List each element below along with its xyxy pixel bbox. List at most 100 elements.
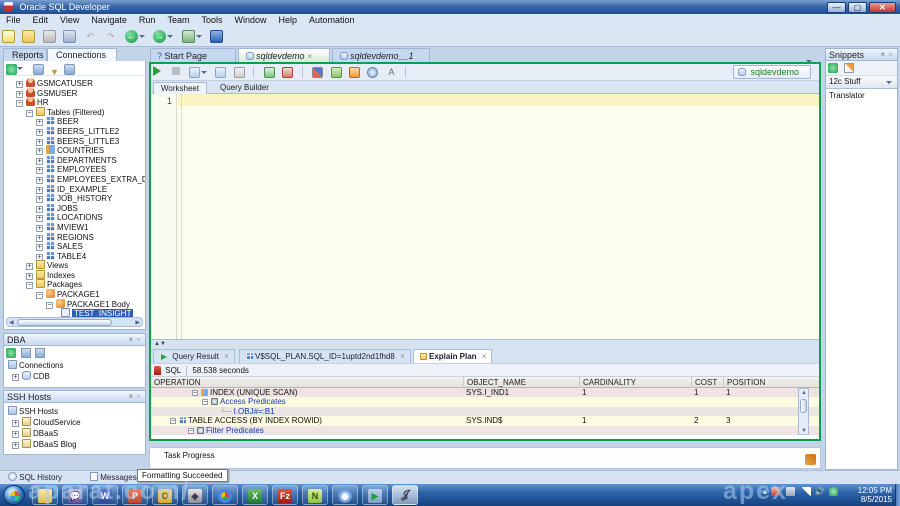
tree-item-gsmuser[interactable]: GSMUSER [4,87,145,98]
taskbar-jdeveloper[interactable]: 𝒥 [392,485,418,505]
history-icon[interactable] [367,67,379,78]
run-script-icon[interactable] [188,67,200,78]
menu-window[interactable]: Window [228,14,272,27]
collapse-icon[interactable] [192,390,198,396]
taskbar-sql-runner[interactable]: ▶ [362,485,388,505]
menu-edit[interactable]: Edit [27,14,55,27]
tree-item-employees[interactable]: EMPLOYEES [4,164,145,175]
sql-editor[interactable]: 1 [151,94,819,339]
col-operation[interactable]: OPERATION [151,377,463,388]
expand-icon[interactable] [36,224,43,232]
grid-row-index-scan[interactable]: INDEX (UNIQUE SCAN) SYS.I_IND1 1 1 1 [151,388,819,398]
tray-clipboard-icon[interactable] [786,487,796,497]
run-script-dropdown-icon[interactable] [200,71,207,77]
menu-navigate[interactable]: Navigate [85,14,133,27]
col-object-name[interactable]: OBJECT_NAME [463,377,579,388]
debug-dropdown-icon[interactable] [195,35,202,41]
menu-help[interactable]: Help [272,14,303,27]
expand-icon[interactable] [12,442,19,449]
show-desktop-button[interactable] [895,484,900,506]
ssh-close-icon[interactable]: × [126,391,135,403]
taskbar-file-explorer[interactable] [32,485,58,505]
collapse-icon[interactable] [36,292,43,300]
clear-icon[interactable] [348,67,360,78]
tray-alert-icon[interactable] [771,487,781,497]
snippets-panel-header[interactable]: Snippets ▫ × [825,48,898,61]
sql-history-button[interactable]: SQL History [4,471,66,484]
maximize-button[interactable]: ▢ [848,2,867,13]
tray-app-icon[interactable] [829,487,838,497]
taskbar-notepad-editor[interactable]: N [302,485,328,505]
tray-expand-icon[interactable]: ▴ [763,487,767,496]
dba-refresh-icon[interactable] [21,348,32,358]
taskbar-clock[interactable]: 12:05 PM 8/5/2015 [858,486,892,504]
scroll-down-icon[interactable]: ▼ [801,427,807,435]
ssh-panel-header[interactable]: SSH Hosts ▫ × [3,390,146,403]
dba-connections-row[interactable]: Connections [4,360,145,371]
tree-item-countries[interactable]: COUNTRIES [4,145,145,156]
tree-item-gsmcatuser[interactable]: GSMCATUSER [4,78,145,88]
save-icon[interactable] [42,30,56,43]
tree-item-tables-filtered[interactable]: Tables (Filtered) [4,106,145,117]
dba-panel-header[interactable]: DBA ▫ × [3,333,146,346]
menu-automation[interactable]: Automation [303,14,361,27]
scroll-right-icon[interactable]: ▶ [135,319,140,327]
filter-icon[interactable]: ▼ [49,67,60,78]
tab-close-icon[interactable]: × [400,352,405,361]
undo-icon[interactable]: ↶ [84,30,97,43]
compare-icon[interactable] [210,30,224,43]
tree-item-mview1[interactable]: MVIEW1 [4,221,145,232]
new-file-icon[interactable] [2,30,15,43]
dba-add-icon[interactable] [6,348,16,358]
expand-icon[interactable] [12,374,19,381]
snippets-close-icon[interactable]: × [878,49,887,61]
expand-icon[interactable] [36,128,43,136]
collapse-all-icon[interactable] [64,64,76,75]
tree-item-jobs[interactable]: JOBS [4,202,145,213]
tree-horizontal-scrollbar[interactable]: ◀ ▶ [6,317,143,327]
network-icon[interactable] [801,487,811,497]
edit-task-icon[interactable] [805,454,816,465]
grid-row-access-predicates[interactable]: Access Predicates [151,397,819,407]
edit-snippet-icon[interactable] [844,63,855,73]
add-connection-icon[interactable] [6,64,17,75]
grid-vertical-scrollbar[interactable]: ▲ ▼ [798,388,809,435]
tree-item-employees-extra[interactable]: EMPLOYEES_EXTRA_DA [4,173,145,184]
save-all-icon[interactable] [63,30,77,43]
tree-item-beers-little3[interactable]: BEERS_LITTLE3 [4,135,145,146]
tree-item-beer[interactable]: BEER [4,116,145,127]
tab-start-page[interactable]: ? Start Page [150,48,236,62]
tree-item-regions[interactable]: REGIONS [4,231,145,242]
taskbar-word[interactable]: W [92,485,118,505]
add-dropdown-icon[interactable] [17,67,23,73]
dba-close-icon[interactable]: × [126,334,135,346]
tree-item-package1-body[interactable]: PACKAGE1 Body [4,298,145,309]
taskbar-chrome[interactable] [212,485,238,505]
expand-icon[interactable] [16,81,23,88]
tab-connections[interactable]: Connections × [47,48,117,73]
debug-icon[interactable] [181,30,195,43]
collapse-icon[interactable] [26,282,33,290]
ssh-item-cloudservice[interactable]: CloudService [4,417,145,428]
tab-sqldevdemo[interactable]: sqldevdemo × [238,48,330,62]
tree-item-test-insight[interactable]: TEST_INSIGHT [4,308,145,317]
taskbar-outlook[interactable]: O [152,485,178,505]
find-icon[interactable] [233,67,245,78]
volume-icon[interactable]: 🔊 [815,487,825,496]
grid-row-filter-predicates[interactable]: Filter Predicates [151,425,819,435]
taskbar-chat-app[interactable]: 💬 [62,485,88,505]
tab-worksheet[interactable]: Worksheet [153,82,208,94]
grid-row-table-access[interactable]: TABLE ACCESS (BY INDEX ROWID) SYS.IND$ 1… [151,416,819,426]
menu-file[interactable]: File [0,14,27,27]
dba-cdb-row[interactable]: CDB [4,371,145,382]
autotrace-icon[interactable] [215,67,227,78]
pin-icon[interactable] [154,366,161,375]
menu-tools[interactable]: Tools [195,14,228,27]
collapse-icon[interactable] [188,427,194,434]
minimize-button[interactable]: — [827,2,846,13]
dba-restore-icon[interactable]: ▫ [135,334,142,346]
tab-query-result[interactable]: Query Result × [153,349,235,363]
taskbar-powerpoint[interactable]: P [122,485,148,505]
collapse-icon[interactable] [170,418,176,425]
menu-run[interactable]: Run [133,14,162,27]
